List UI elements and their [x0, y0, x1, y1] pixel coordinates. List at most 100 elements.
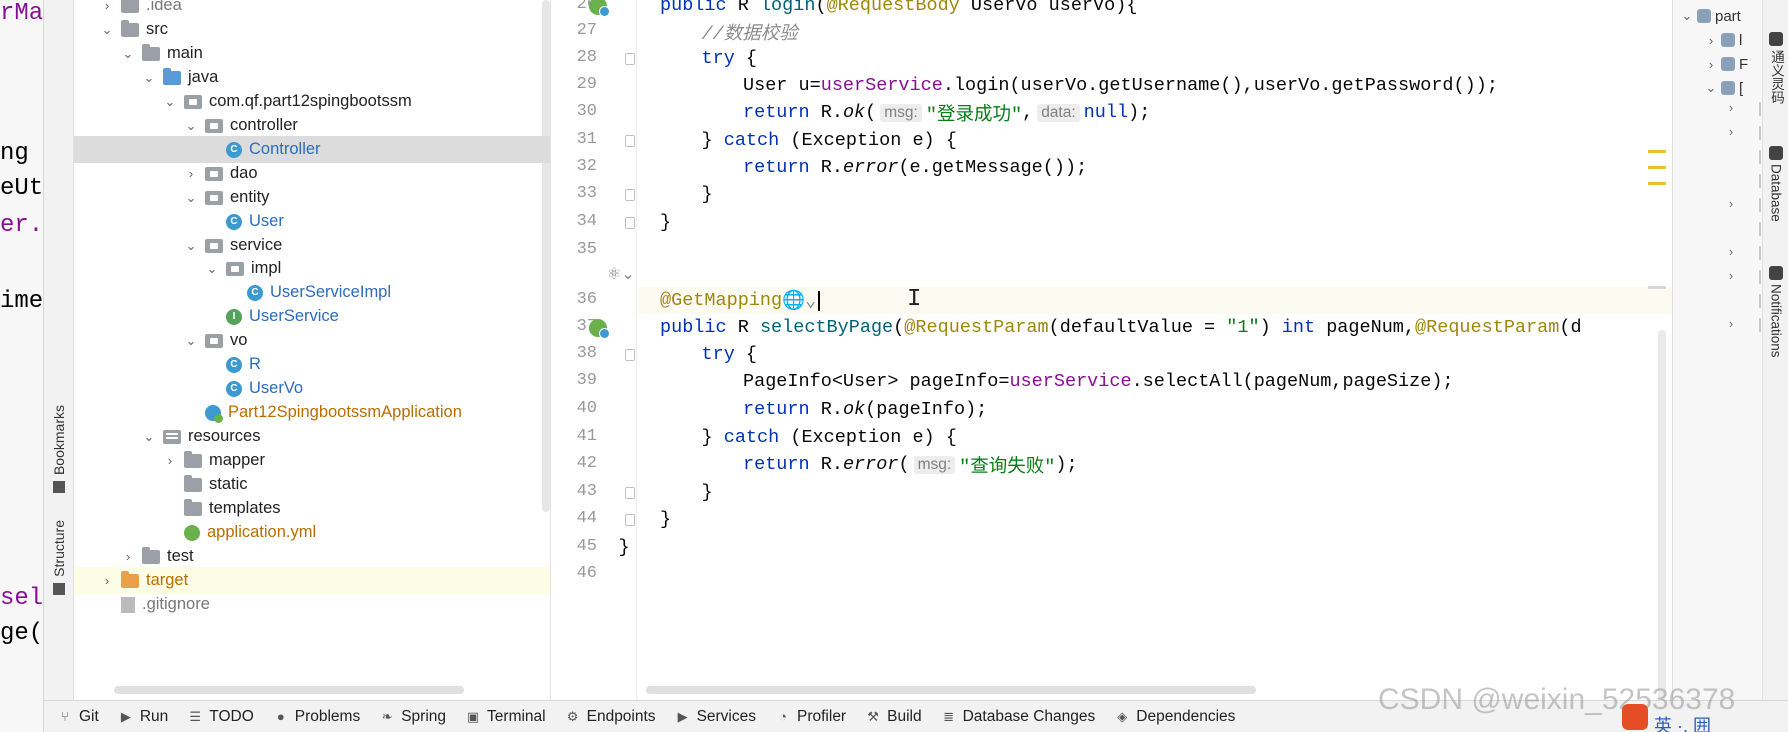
tree-item-main[interactable]: ⌄ main	[74, 40, 550, 67]
code-line[interactable]: User u= userService .login(userVo.getUsern…	[743, 72, 1498, 99]
code-line[interactable]: //数据校验	[702, 18, 798, 45]
warning-stripe-marker[interactable]	[1648, 182, 1666, 185]
chevron-right-icon[interactable]: ›	[99, 0, 115, 13]
chevron-right-icon[interactable]: ›	[1723, 196, 1739, 211]
chevron-down-icon[interactable]: ⌄	[120, 46, 136, 62]
chevron-right-icon[interactable]: ›	[162, 453, 178, 468]
tree-item-userserviceimpl[interactable]: C UserServiceImpl	[74, 279, 550, 306]
code-line[interactable]: try {	[702, 341, 758, 368]
database-tree-item[interactable]: ⌄[	[1673, 76, 1762, 100]
tree-item-controller[interactable]: C Controller	[74, 136, 550, 163]
chevron-right-icon[interactable]: ›	[120, 549, 136, 564]
chevron-right-icon[interactable]: ›	[183, 166, 199, 181]
tree-item-java[interactable]: ⌄ java	[74, 64, 550, 91]
code-line[interactable]: try {	[702, 45, 758, 72]
tree-item-entity[interactable]: ⌄ entity	[74, 184, 550, 211]
chevron-down-icon[interactable]: ⌄	[99, 22, 115, 38]
database-tab[interactable]: Database	[1765, 146, 1787, 222]
structure-tab[interactable]: Structure	[48, 520, 70, 595]
project-tree-horizontal-scrollbar[interactable]	[114, 686, 464, 694]
tool-window-build[interactable]: ⚒ Build	[866, 708, 921, 726]
tree-item-static[interactable]: static	[74, 471, 550, 498]
tree-item-dao[interactable]: › dao	[74, 160, 550, 187]
chevron-down-icon[interactable]: ⌄	[162, 94, 178, 110]
tool-window-run[interactable]: ▶ Run	[119, 708, 168, 726]
tree-item-userservice[interactable]: I UserService	[74, 303, 550, 330]
ime-status[interactable]: 英 ·, 囲	[1654, 712, 1711, 732]
code-line[interactable]: return R. error (e.getMessage());	[743, 154, 1087, 181]
tool-window-services[interactable]: ▶ Services	[676, 708, 756, 726]
fold-marker-icon[interactable]	[625, 135, 635, 147]
code-line[interactable]: @GetMapping 🌐⌄	[660, 287, 821, 314]
tree-item-target[interactable]: › target	[74, 567, 550, 594]
fold-marker-icon[interactable]	[625, 487, 635, 499]
database-tree-item[interactable]: › F	[1673, 52, 1762, 76]
notifications-tab[interactable]: Notifications	[1765, 266, 1787, 358]
code-line[interactable]: }	[702, 181, 713, 208]
tree-item-com-qf-part12spingbootssm[interactable]: ⌄ com.qf.part12spingbootssm	[74, 88, 550, 115]
fold-marker-icon[interactable]	[625, 53, 635, 65]
bookmarks-tab[interactable]: Bookmarks	[48, 405, 70, 494]
chevron-right-icon[interactable]: ›	[99, 573, 115, 588]
run-gutter-icon[interactable]	[589, 319, 610, 339]
chevron-down-icon[interactable]: ⌄	[183, 238, 199, 254]
tree-item-user[interactable]: C User	[74, 208, 550, 235]
code-line[interactable]: public R login(@RequestBody UserVo userV…	[660, 0, 1137, 19]
chevron-right-icon[interactable]: ›	[1723, 316, 1739, 331]
chevron-right-icon[interactable]: ›	[1723, 124, 1739, 139]
code-line[interactable]: return R. error(msg: "查询失败");	[743, 451, 1078, 478]
chevron-down-icon[interactable]: ⌄	[183, 190, 199, 206]
code-line[interactable]: }	[660, 506, 671, 533]
code-editor[interactable]: 26 27 28 29 30 31 32 33 34 35 36 37 38 39 40 41 42 43 44 45…	[550, 0, 1672, 700]
tree-item-impl[interactable]: ⌄ impl	[74, 255, 550, 282]
chevron-right-icon[interactable]: ›	[1703, 33, 1719, 48]
tree-item--gitignore[interactable]: .gitignore	[74, 591, 550, 618]
chevron-right-icon[interactable]: ›	[1703, 57, 1719, 72]
tree-item-test[interactable]: › test	[74, 543, 550, 570]
tool-window-endpoints[interactable]: ⚙ Endpoints	[566, 708, 656, 726]
tool-window-problems[interactable]: ● Problems	[274, 708, 360, 726]
chevron-down-icon[interactable]: ⌄	[204, 261, 220, 277]
chevron-down-icon[interactable]: ⌄	[183, 118, 199, 134]
code-line[interactable]: }	[660, 209, 671, 236]
chevron-right-icon[interactable]: ›	[1723, 268, 1739, 283]
editor-horizontal-scrollbar[interactable]	[646, 686, 1256, 694]
tree-item-controller[interactable]: ⌄ controller	[74, 112, 550, 139]
chevron-down-icon[interactable]: ⌄	[1703, 80, 1719, 96]
endpoint-lens-icon[interactable]: ⚛⌄	[607, 264, 635, 284]
database-tree-item[interactable]: ⌄ part	[1673, 4, 1762, 28]
tool-window-git[interactable]: ⑂ Git	[58, 708, 99, 726]
code-line[interactable]: } catch (Exception e) {	[702, 424, 957, 451]
tree-item-src[interactable]: ⌄ src	[74, 16, 550, 43]
chevron-down-icon[interactable]: ⌄	[183, 333, 199, 349]
run-gutter-icon[interactable]	[589, 0, 610, 17]
editor-vertical-scrollbar[interactable]	[1658, 330, 1666, 700]
tree-item-templates[interactable]: templates	[74, 495, 550, 522]
tree-item-part12spingbootssmapplication[interactable]: Part12SpingbootssmApplication	[74, 399, 550, 426]
tool-window-todo[interactable]: ☰ TODO	[188, 708, 253, 726]
tree-item-application-yml[interactable]: application.yml	[74, 519, 550, 546]
code-line[interactable]: public R selectByPage(@RequestParam (defa…	[660, 314, 1582, 341]
fold-marker-icon[interactable]	[625, 189, 635, 201]
chevron-down-icon[interactable]: ⌄	[141, 429, 157, 445]
chevron-down-icon[interactable]: ⌄	[141, 70, 157, 86]
tool-window-spring[interactable]: ❧ Spring	[380, 708, 446, 726]
database-tree-item[interactable]: › l	[1673, 28, 1762, 52]
chevron-right-icon[interactable]: ›	[1723, 100, 1739, 115]
warning-stripe-marker[interactable]	[1648, 150, 1666, 153]
tool-window-dependencies[interactable]: ◈ Dependencies	[1115, 708, 1235, 726]
tree-item-mapper[interactable]: › mapper	[74, 447, 550, 474]
tool-window-database-changes[interactable]: ≣ Database Changes	[942, 708, 1095, 726]
fold-marker-icon[interactable]	[625, 514, 635, 526]
tree-item-resources[interactable]: ⌄ resources	[74, 423, 550, 450]
warning-stripe-marker[interactable]	[1648, 286, 1666, 289]
fold-marker-icon[interactable]	[625, 217, 635, 229]
code-line[interactable]: return R. ok (pageInfo);	[743, 396, 987, 423]
tree-item-uservo[interactable]: C UserVo	[74, 375, 550, 402]
tool-window-profiler[interactable]: ◔ Profiler	[776, 708, 846, 726]
tool-window-terminal[interactable]: ▣ Terminal	[466, 708, 546, 726]
code-line[interactable]: return R. ok(msg: "登录成功", data: null);	[743, 99, 1150, 126]
tongyi-tab[interactable]: 通义灵码	[1765, 32, 1787, 104]
chevron-down-icon[interactable]: ⌄	[1679, 8, 1695, 24]
code-line[interactable]: PageInfo<User> pageInfo= userService .sele…	[743, 368, 1454, 395]
